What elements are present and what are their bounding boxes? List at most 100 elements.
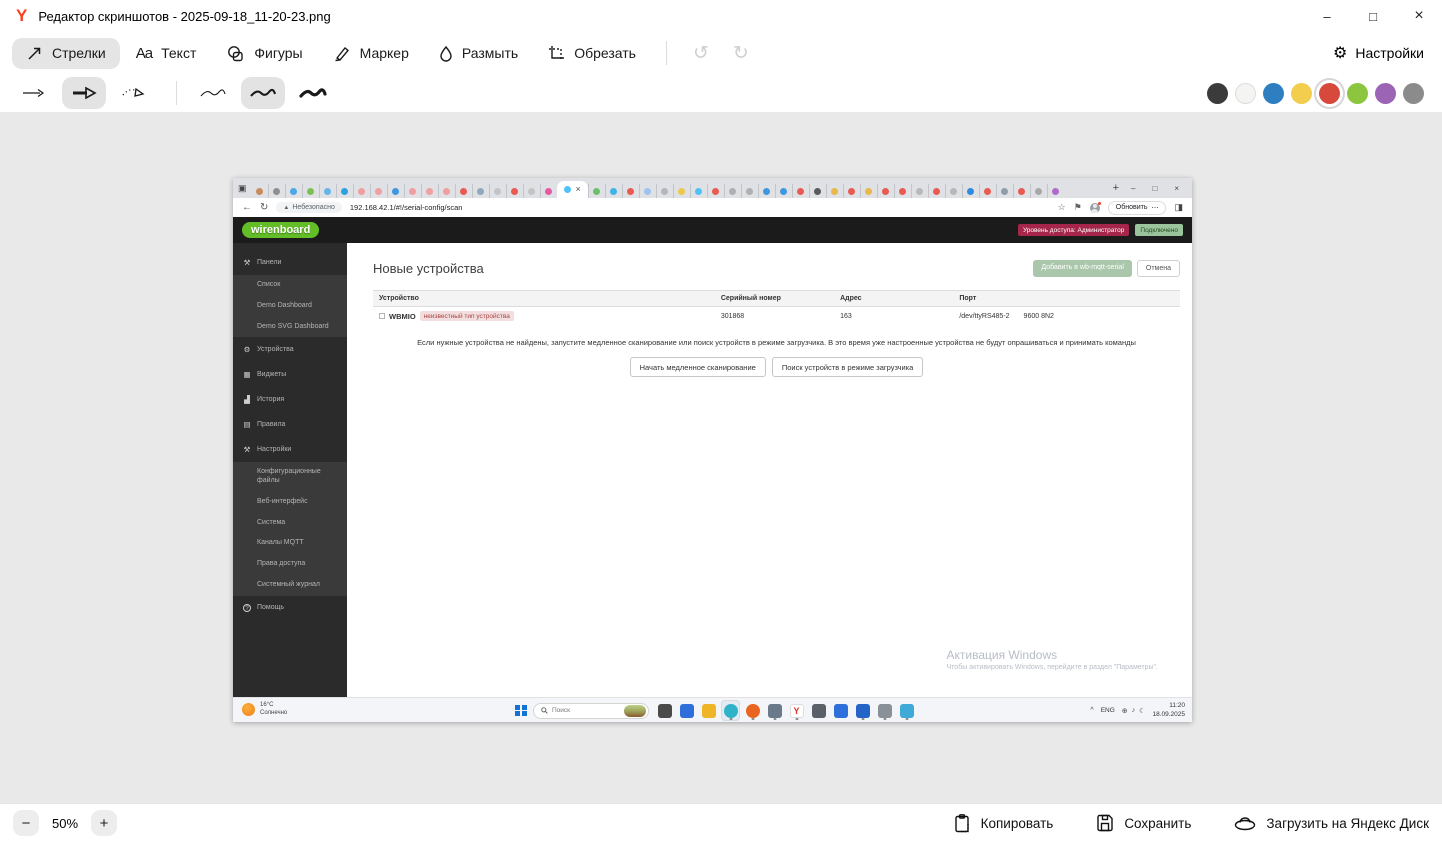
battery-icon[interactable]: ☾ — [1139, 707, 1145, 715]
side-panel-icon[interactable]: ◨ — [1174, 202, 1183, 213]
bootloader-scan-button[interactable]: Поиск устройств в режиме загрузчика — [771, 357, 924, 377]
bookmark-star-icon[interactable]: ☆ — [1058, 202, 1066, 213]
browser-tab[interactable] — [689, 184, 707, 198]
color-swatch[interactable] — [1375, 82, 1396, 104]
maximize-button[interactable]: □ — [1350, 0, 1396, 32]
browser-tab[interactable] — [638, 184, 656, 198]
color-swatch[interactable] — [1207, 82, 1228, 104]
browser-tab[interactable] — [1046, 184, 1064, 198]
undo-icon[interactable]: ↺ — [681, 42, 721, 65]
settings-button[interactable]: ⚙ Настройки — [1333, 43, 1430, 63]
browser-tab[interactable] — [437, 184, 455, 198]
sidebar-item-конфигурационные-файлы[interactable]: Конфигурационные файлы — [233, 462, 347, 492]
browser-tab[interactable] — [539, 184, 557, 198]
usb-tool[interactable] — [809, 700, 828, 721]
network-icon[interactable]: ⊕ — [1122, 707, 1128, 715]
sidebar-item-demo-svg-dashboard[interactable]: Demo SVG Dashboard — [233, 316, 347, 338]
browser-tab[interactable] — [386, 184, 404, 198]
browser-tab[interactable] — [876, 184, 894, 198]
arrow-style-thin-button[interactable] — [12, 77, 56, 109]
browser-tab[interactable] — [621, 184, 639, 198]
sidebar-item-история[interactable]: ▟ История — [233, 387, 347, 412]
browser-tab[interactable] — [842, 184, 860, 198]
color-swatch[interactable] — [1291, 82, 1312, 104]
browser-tab[interactable] — [471, 184, 489, 198]
scribble-style-medium-button[interactable] — [241, 77, 285, 109]
upload-yandex-disk-button[interactable]: Загрузить на Яндекс Диск — [1233, 813, 1429, 833]
browser-tab[interactable] — [655, 184, 673, 198]
clock[interactable]: 11:20 18.09.2025 — [1152, 702, 1185, 719]
tray-chevron-icon[interactable]: ^ — [1090, 707, 1093, 714]
microsoft-store[interactable] — [677, 700, 696, 721]
browser-tab[interactable] — [961, 184, 979, 198]
sidebar-item-demo-dashboard[interactable]: Demo Dashboard — [233, 295, 347, 317]
active-tab[interactable]: × — [556, 181, 588, 198]
browser-tab[interactable] — [1029, 184, 1047, 198]
collections-icon[interactable]: ⚑ — [1074, 202, 1082, 213]
browser-tab[interactable] — [774, 184, 792, 198]
sidebar-item-каналы-mqtt[interactable]: Каналы MQTT — [233, 533, 347, 554]
tool-text[interactable]: Aa Текст — [122, 38, 211, 69]
remote-window[interactable] — [831, 700, 850, 721]
sidebar-item-настройки[interactable]: ⚒ Настройки — [233, 437, 347, 462]
sidebar-item-список[interactable]: Список — [233, 275, 347, 296]
reload-icon[interactable]: ↻ — [260, 202, 268, 213]
browser-tab[interactable] — [369, 184, 387, 198]
wireshark[interactable] — [853, 700, 872, 721]
profile-avatar[interactable] — [1089, 201, 1101, 213]
browser-tab[interactable] — [420, 184, 438, 198]
slow-scan-button[interactable]: Начать медленное сканирование — [629, 357, 766, 377]
browser-tab[interactable] — [604, 184, 622, 198]
calculator[interactable] — [765, 700, 784, 721]
volume-icon[interactable]: ♪ — [1132, 707, 1136, 715]
sidebar-item-помощь[interactable]: ? Помощь — [233, 596, 347, 620]
browser-tab[interactable] — [301, 184, 319, 198]
url-field[interactable]: 192.168.42.1/#!/serial-config/scan — [350, 203, 1050, 212]
browser-tab[interactable] — [505, 184, 523, 198]
update-browser-button[interactable]: Обновить ⋯ — [1107, 200, 1167, 215]
browser-tab[interactable] — [893, 184, 911, 198]
redo-icon[interactable]: ↻ — [721, 42, 761, 65]
language-indicator[interactable]: ENG — [1101, 707, 1115, 714]
edge-browser[interactable] — [721, 700, 740, 721]
security-chip[interactable]: ▲ Небезопасно — [276, 202, 342, 213]
scribble-style-thin-button[interactable] — [191, 77, 235, 109]
sidebar-item-виджеты[interactable]: ▦ Виджеты — [233, 362, 347, 387]
browser-tab[interactable] — [1012, 184, 1030, 198]
printer-tool[interactable] — [875, 700, 894, 721]
browser-tab[interactable] — [403, 184, 421, 198]
browser-tab[interactable] — [284, 184, 302, 198]
cancel-scan-button[interactable]: Отмена — [1136, 260, 1180, 277]
browser-tab[interactable] — [791, 184, 809, 198]
minimize-button[interactable]: – — [1304, 0, 1350, 32]
task-view[interactable] — [655, 700, 674, 721]
browser-tab[interactable] — [318, 184, 336, 198]
editor-canvas[interactable]: ▣ × + – □ × ← ↻ ▲ Небезопасно 192.168.42… — [0, 112, 1442, 803]
browser-minimize-button[interactable]: – — [1131, 184, 1135, 193]
browser-tab[interactable] — [995, 184, 1013, 198]
file-explorer[interactable] — [699, 700, 718, 721]
tool-shapes[interactable]: Фигуры — [212, 38, 316, 69]
browser-tab[interactable] — [910, 184, 928, 198]
tool-arrows[interactable]: Стрелки — [12, 37, 120, 69]
sidebar-item-система[interactable]: Система — [233, 512, 347, 534]
screenshot-image[interactable]: ▣ × + – □ × ← ↻ ▲ Небезопасно 192.168.42… — [233, 178, 1192, 722]
browser-tab[interactable] — [335, 184, 353, 198]
color-swatch[interactable] — [1263, 82, 1284, 104]
sidebar-item-панели[interactable]: ⚒ Панели — [233, 250, 347, 275]
color-swatch[interactable] — [1347, 82, 1368, 104]
browser-tab[interactable] — [352, 184, 370, 198]
add-to-serial-button[interactable]: Добавить в wb-mqtt-serial — [1033, 260, 1132, 277]
browser-tab[interactable] — [808, 184, 826, 198]
firefox-browser[interactable] — [743, 700, 762, 721]
browser-tab[interactable] — [251, 184, 268, 198]
color-swatch[interactable] — [1319, 82, 1340, 104]
arrow-style-dotted-button[interactable] — [112, 77, 156, 109]
zoom-in-button[interactable]: + — [91, 810, 118, 836]
browser-tab[interactable] — [978, 184, 996, 198]
browser-tab[interactable] — [859, 184, 877, 198]
browser-restore-button[interactable]: □ — [1152, 184, 1157, 193]
weather-widget[interactable]: 16°C Солнечно — [242, 702, 287, 718]
tool-blur[interactable]: Размыть — [425, 38, 532, 69]
copy-button[interactable]: Копировать — [952, 813, 1053, 834]
